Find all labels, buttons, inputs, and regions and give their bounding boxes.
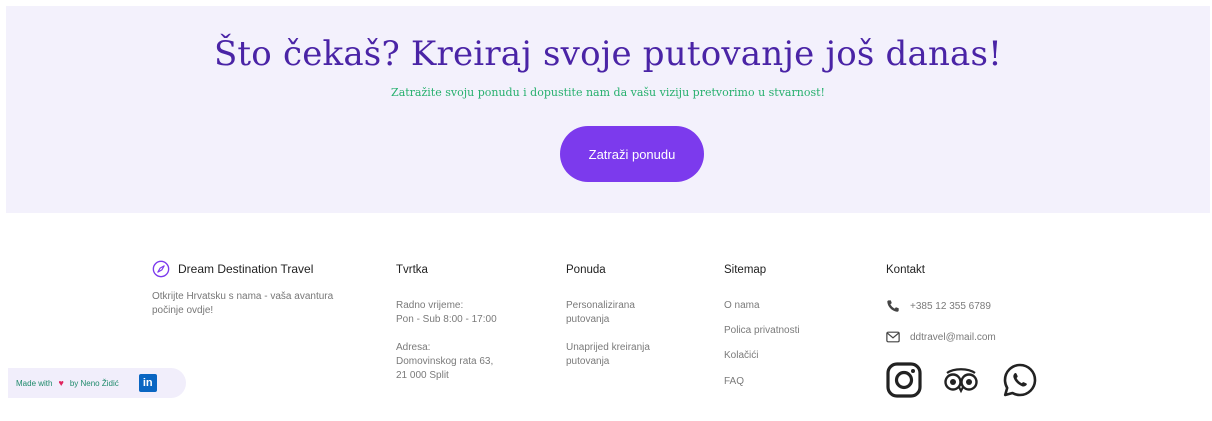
sitemap-link-cookies[interactable]: Kolačići	[724, 349, 758, 363]
address-line-2: 21 000 Split	[396, 370, 449, 381]
phone-number: +385 12 355 6789	[910, 300, 991, 312]
cta-subtitle: Zatražite svoju ponudu i dopustite nam d…	[391, 86, 825, 99]
compass-icon	[152, 260, 170, 278]
cta-title: Što čekaš? Kreiraj svoje putovanje još d…	[213, 34, 1003, 74]
instagram-icon[interactable]	[886, 362, 922, 398]
mail-icon	[886, 331, 900, 343]
credit-prefix: Made with	[16, 378, 53, 388]
credit-suffix: by Neno Židić	[69, 378, 119, 388]
brand-name: Dream Destination Travel	[178, 262, 314, 276]
contact-heading: Kontakt	[886, 264, 925, 276]
address-label: Adresa:	[396, 342, 431, 353]
address-line-1: Domovinskog rata 63,	[396, 356, 494, 367]
whatsapp-icon[interactable]	[1002, 362, 1038, 398]
cta-banner: Što čekaš? Kreiraj svoje putovanje još d…	[6, 6, 1210, 213]
sitemap-heading: Sitemap	[724, 264, 767, 276]
made-by-badge: Made with ♥ by Neno Židić in	[8, 368, 186, 398]
contact-email[interactable]: ddtravel@mail.com	[886, 331, 996, 343]
hours-value: Pon - Sub 8:00 - 17:00	[396, 314, 497, 325]
footer-brand[interactable]: Dream Destination Travel	[152, 260, 313, 278]
request-offer-button[interactable]: Zatraži ponudu	[560, 126, 704, 182]
offer-heading: Ponuda	[566, 264, 606, 276]
offer-link-predefined[interactable]: Unaprijed kreiranja putovanja	[566, 341, 676, 369]
contact-phone[interactable]: +385 12 355 6789	[886, 299, 991, 313]
tripadvisor-icon[interactable]	[942, 362, 980, 398]
heart-icon: ♥	[58, 378, 64, 388]
brand-tagline: Otkrijte Hrvatsku s nama - vaša avantura…	[152, 291, 334, 316]
email-address: ddtravel@mail.com	[910, 331, 996, 343]
sitemap-link-about[interactable]: O nama	[724, 299, 760, 313]
company-heading: Tvrtka	[396, 264, 428, 276]
linkedin-icon[interactable]: in	[138, 374, 157, 392]
offer-link-personalized[interactable]: Personalizirana putovanja	[566, 299, 666, 327]
hours-label: Radno vrijeme:	[396, 300, 464, 311]
sitemap-link-privacy[interactable]: Polica privatnosti	[724, 324, 800, 338]
phone-icon	[887, 300, 899, 312]
sitemap-link-faq[interactable]: FAQ	[724, 375, 744, 389]
